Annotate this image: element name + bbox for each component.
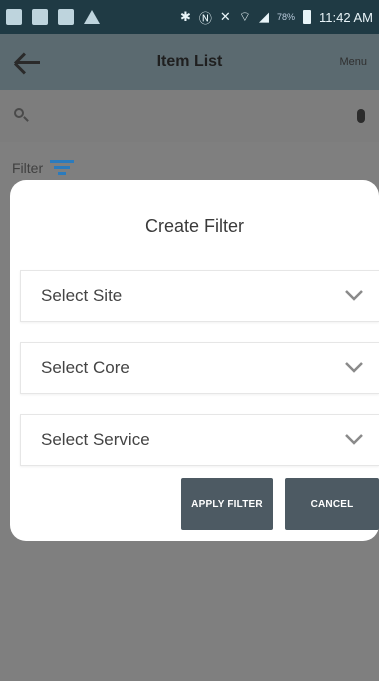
search-icon[interactable] [14, 108, 30, 124]
page-title: Item List [156, 53, 223, 70]
dialog-title: Create Filter [144, 216, 245, 236]
nfc-icon: Ⓝ [198, 10, 212, 26]
signal-icon: ◢ [259, 9, 270, 24]
select-site-dropdown[interactable]: Select Site [20, 270, 379, 322]
chevron-down-icon [345, 434, 363, 445]
drive-icon [84, 10, 100, 24]
back-arrow-icon[interactable] [12, 47, 44, 77]
status-bar: ✱ Ⓝ ✕ ⌔ ◢ 78% 11:42 AM [0, 0, 379, 34]
mail-icon [58, 9, 74, 25]
battery-icon [303, 10, 312, 24]
bluetooth-icon: ✱ [179, 9, 191, 24]
filter-row[interactable]: Filter [0, 156, 75, 180]
select-service-dropdown[interactable]: Select Service [20, 414, 379, 466]
menu-button[interactable]: Menu [339, 56, 367, 68]
microphone-icon[interactable] [357, 109, 365, 123]
screen: ✱ Ⓝ ✕ ⌔ ◢ 78% 11:42 AM Item List Menu Fi… [0, 0, 379, 681]
select-core-dropdown[interactable]: Select Core [20, 342, 379, 394]
select-site-label: Select Site [41, 286, 123, 305]
app-bar: Item List Menu [0, 34, 379, 90]
apply-filter-button[interactable]: APPLY FILTER [181, 478, 273, 530]
gallery-icon [32, 9, 48, 25]
filter-icon[interactable] [49, 160, 75, 176]
filter-label: Filter [12, 160, 44, 176]
status-left-icons [6, 9, 100, 25]
wifi-icon: ⌔ [238, 9, 252, 24]
search-bar[interactable] [0, 90, 379, 142]
battery-percent: 78% [277, 12, 296, 22]
chevron-down-icon [345, 290, 363, 301]
create-filter-dialog: Create Filter Select Site Select Core Se… [10, 180, 379, 541]
select-service-label: Select Service [41, 430, 150, 449]
clock: 11:42 AM [319, 9, 373, 25]
mute-icon: ✕ [219, 9, 231, 24]
select-core-label: Select Core [41, 358, 130, 377]
status-right-icons: ✱ Ⓝ ✕ ⌔ ◢ 78% 11:42 AM [180, 8, 373, 27]
chevron-down-icon [345, 362, 363, 373]
notification-icon [6, 9, 22, 25]
cancel-button[interactable]: CANCEL [285, 478, 379, 530]
